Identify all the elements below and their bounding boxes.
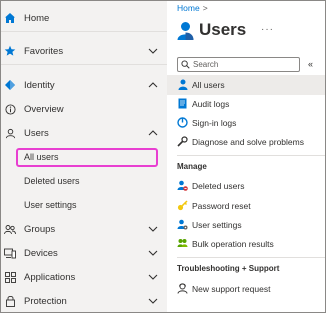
- nav-item-favorites[interactable]: Favorites: [1, 40, 167, 62]
- menu-item-all-users[interactable]: All users: [167, 75, 325, 95]
- nav-item-identity[interactable]: Identity: [1, 74, 167, 96]
- deleted-users-icon: [177, 180, 188, 191]
- devices-icon: [4, 247, 16, 259]
- chevron-up-icon[interactable]: [147, 127, 159, 139]
- nav-label: Users: [24, 127, 49, 139]
- menu-item-user-settings[interactable]: User settings: [167, 215, 325, 235]
- page-header: Users ···: [177, 18, 325, 46]
- menu-item-deleted-users[interactable]: Deleted users: [167, 176, 325, 196]
- nav-divider: [1, 31, 167, 32]
- user-settings-icon: [177, 219, 188, 230]
- bulk-operation-icon: [177, 238, 188, 249]
- search-placeholder: Search: [193, 60, 219, 69]
- info-icon: [4, 103, 16, 115]
- applications-grid-icon: [4, 271, 16, 283]
- menu-divider: [177, 257, 325, 258]
- menu-divider: [177, 155, 325, 156]
- menu-item-sign-in-logs[interactable]: Sign-in logs: [167, 113, 325, 133]
- menu-item-label: All users: [192, 80, 225, 90]
- users-person-icon: [177, 22, 194, 40]
- menu-item-label: New support request: [192, 284, 271, 294]
- menu-item-label: Password reset: [192, 201, 251, 211]
- menu-item-new-support-request[interactable]: New support request: [167, 279, 325, 299]
- lock-icon: [4, 295, 16, 307]
- chevron-down-icon[interactable]: [147, 223, 159, 235]
- page-title: Users: [199, 20, 247, 39]
- nav-item-users[interactable]: Users: [1, 122, 167, 144]
- nav-label: Favorites: [24, 45, 64, 57]
- menu-item-bulk-operation-results[interactable]: Bulk operation results: [167, 234, 325, 254]
- nav-label: Protection: [24, 295, 67, 307]
- menu-item-password-reset[interactable]: Password reset: [167, 196, 325, 216]
- search-input[interactable]: Search: [177, 57, 300, 72]
- selection-highlight: [16, 148, 158, 167]
- menu-item-label: Deleted users: [192, 181, 245, 191]
- nav-label: Deleted users: [24, 176, 80, 186]
- support-person-icon: [177, 283, 188, 294]
- breadcrumb-separator: >: [202, 3, 208, 13]
- nav-label: Identity: [24, 79, 55, 91]
- breadcrumb: Home >: [177, 3, 208, 13]
- nav-label: Groups: [24, 223, 56, 235]
- nav-label: Devices: [24, 247, 58, 259]
- menu-item-audit-logs[interactable]: Audit logs: [167, 94, 325, 114]
- chevron-down-icon[interactable]: [147, 45, 159, 57]
- search-icon: [181, 60, 190, 69]
- menu-item-label: Audit logs: [192, 99, 230, 109]
- chevron-down-icon[interactable]: [147, 271, 159, 283]
- chevron-down-icon[interactable]: [147, 247, 159, 259]
- nav-item-groups[interactable]: Groups: [1, 218, 167, 240]
- collapse-menu-button[interactable]: «: [305, 57, 316, 72]
- user-outline-icon: [4, 127, 16, 139]
- nav-divider: [1, 64, 167, 65]
- nav-label: Home: [24, 12, 50, 24]
- chevron-down-icon[interactable]: [147, 295, 159, 307]
- nav-item-devices[interactable]: Devices: [1, 242, 167, 264]
- chevron-up-icon[interactable]: [147, 79, 159, 91]
- wrench-icon: [177, 136, 188, 147]
- section-heading-troubleshooting: Troubleshooting + Support: [177, 264, 280, 273]
- nav-item-protection[interactable]: Protection: [1, 290, 167, 312]
- home-icon: [4, 12, 16, 24]
- users-blade: Home > Users ··· Search « All users Audit…: [167, 1, 325, 312]
- nav-label: Overview: [24, 103, 64, 115]
- nav-label: User settings: [24, 200, 77, 210]
- nav-item-overview[interactable]: Overview: [1, 98, 167, 120]
- more-options-button[interactable]: ···: [261, 24, 274, 35]
- menu-item-label: Diagnose and solve problems: [192, 137, 304, 147]
- menu-item-label: User settings: [192, 220, 242, 230]
- left-navigation: Home Favorites Identity Overview Users A…: [1, 1, 167, 312]
- identity-diamond-icon: [4, 79, 16, 91]
- section-heading-manage: Manage: [177, 162, 207, 171]
- key-icon: [177, 200, 188, 211]
- person-blue-icon: [177, 79, 188, 90]
- audit-log-icon: [177, 98, 188, 109]
- nav-item-user-settings[interactable]: User settings: [1, 194, 167, 216]
- star-icon: [4, 45, 16, 57]
- menu-item-diagnose[interactable]: Diagnose and solve problems: [167, 132, 325, 152]
- nav-item-deleted-users[interactable]: Deleted users: [1, 170, 167, 192]
- sign-in-icon: [177, 117, 188, 128]
- breadcrumb-home-link[interactable]: Home: [177, 3, 200, 13]
- nav-item-home[interactable]: Home: [1, 7, 167, 29]
- nav-label: Applications: [24, 271, 76, 283]
- menu-item-label: Bulk operation results: [192, 239, 274, 249]
- groups-icon: [4, 223, 16, 235]
- menu-item-label: Sign-in logs: [192, 118, 237, 128]
- nav-item-applications[interactable]: Applications: [1, 266, 167, 288]
